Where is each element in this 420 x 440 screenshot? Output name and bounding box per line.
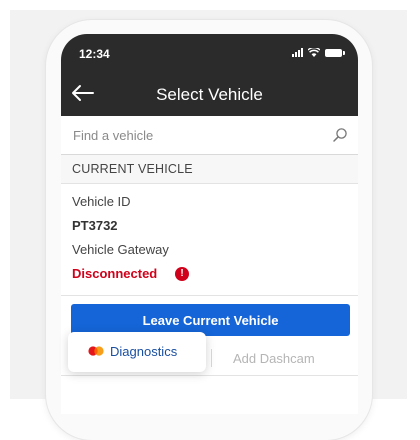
search-bar <box>61 116 358 155</box>
signal-icon <box>292 48 303 57</box>
search-icon[interactable] <box>332 127 348 143</box>
gateway-label: Vehicle Gateway <box>72 242 169 257</box>
app-header: 12:34 Select Vehicle <box>61 34 358 116</box>
battery-icon <box>325 49 345 57</box>
vehicle-id-value: PT3732 <box>72 218 118 233</box>
search-input[interactable] <box>73 124 323 146</box>
tab-separator <box>211 349 212 367</box>
page-title: Select Vehicle <box>156 85 263 104</box>
tab-add-dashcam[interactable]: Add Dashcam <box>233 351 315 366</box>
section-label: CURRENT VEHICLE <box>72 162 193 176</box>
alert-icon: ! <box>175 267 189 281</box>
divider <box>61 295 358 296</box>
divider-bottom <box>61 375 358 376</box>
wifi-icon <box>308 48 320 57</box>
diagnostics-label: Diagnostics <box>110 344 178 359</box>
status-time: 12:34 <box>79 47 110 61</box>
diagnostics-button[interactable]: Diagnostics <box>68 332 206 372</box>
status-icons <box>292 48 345 57</box>
diagnostics-logo-icon <box>88 346 104 356</box>
vehicle-id-label: Vehicle ID <box>72 194 131 209</box>
gateway-status: Disconnected <box>72 266 158 281</box>
current-vehicle-header: CURRENT VEHICLE <box>61 155 358 184</box>
